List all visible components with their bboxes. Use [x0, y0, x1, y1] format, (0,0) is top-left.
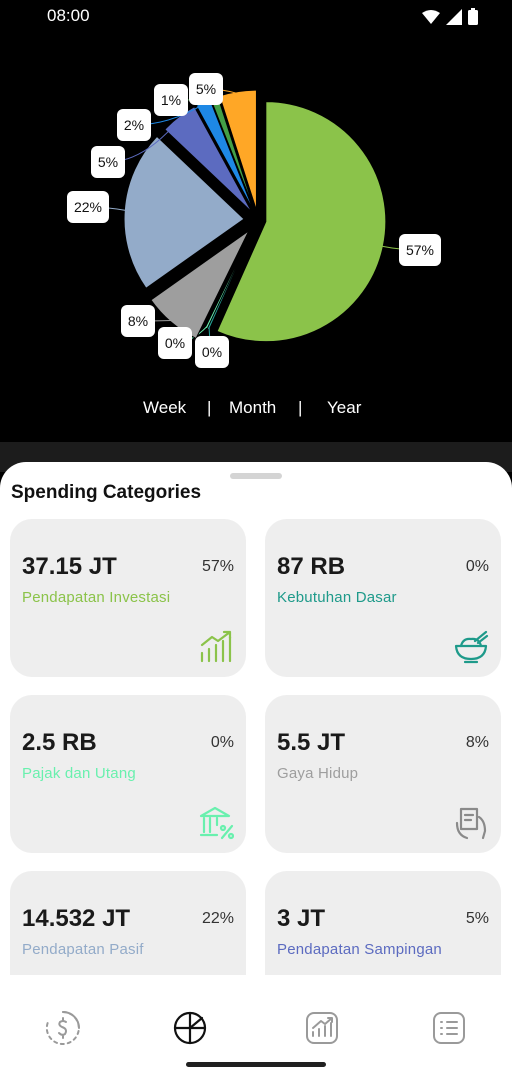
- category-percent: 57%: [201, 558, 234, 575]
- period-year-button[interactable]: Year: [327, 398, 361, 418]
- wifi-icon: [422, 9, 440, 24]
- status-bar: 08:00: [0, 0, 512, 34]
- spending-pie-chart[interactable]: 57% 0% 0% 8% 22% 5% 2% 1% 5%: [0, 40, 512, 380]
- battery-icon: [468, 8, 478, 25]
- category-amount: 14.532 JT: [22, 905, 131, 932]
- sheet-drag-handle[interactable]: [230, 473, 282, 479]
- category-name: Pendapatan Sampingan: [277, 941, 442, 958]
- category-card[interactable]: 2.5 RB 0% Pajak dan Utang: [10, 695, 246, 853]
- category-card[interactable]: 5.5 JT 8% Gaya Hidup: [265, 695, 501, 853]
- rice-bowl-icon: [454, 630, 489, 664]
- category-name: Pajak dan Utang: [22, 765, 136, 782]
- period-month-button[interactable]: Month: [229, 398, 276, 418]
- category-name: Pendapatan Investasi: [22, 589, 171, 606]
- category-card[interactable]: 37.15 JT 57% Pendapatan Investasi: [10, 519, 246, 677]
- category-percent: 8%: [465, 734, 489, 751]
- category-amount: 87 RB: [277, 553, 346, 580]
- category-amount: 37.15 JT: [22, 553, 117, 580]
- category-percent: 0%: [210, 734, 234, 751]
- chart-growth-icon: [200, 630, 232, 663]
- signal-icon: [446, 8, 462, 25]
- pie-data-label: 5%: [98, 154, 118, 170]
- category-name: Gaya Hidup: [277, 765, 359, 782]
- list-icon[interactable]: [429, 1008, 469, 1048]
- status-icons: [422, 8, 478, 25]
- category-name: Pendapatan Pasif: [22, 941, 144, 958]
- pie-data-label: 0%: [202, 344, 222, 360]
- trend-chart-icon[interactable]: [302, 1008, 342, 1048]
- period-separator: |: [207, 398, 212, 417]
- dollar-cycle-icon[interactable]: [43, 1008, 83, 1048]
- pie-data-label: 5%: [196, 81, 216, 97]
- category-percent: 5%: [465, 910, 489, 927]
- category-name: Kebutuhan Dasar: [277, 589, 397, 606]
- category-amount: 5.5 JT: [277, 729, 346, 756]
- shopping-hand-icon: [455, 807, 487, 840]
- pie-data-label: 57%: [406, 242, 434, 258]
- home-indicator[interactable]: [186, 1062, 326, 1067]
- bank-tax-icon: [199, 806, 234, 840]
- pie-data-label: 2%: [124, 117, 144, 133]
- category-amount: 3 JT: [277, 905, 326, 932]
- category-percent: 0%: [465, 558, 489, 575]
- period-week-button[interactable]: Week: [143, 398, 186, 418]
- period-separator: |: [298, 398, 303, 417]
- pie-data-label: 1%: [161, 92, 181, 108]
- pie-data-label: 0%: [165, 335, 185, 351]
- pie-chart-icon[interactable]: [170, 1008, 210, 1048]
- status-time: 08:00: [47, 6, 90, 25]
- bottom-navigation: [0, 975, 512, 1080]
- category-card[interactable]: 87 RB 0% Kebutuhan Dasar: [265, 519, 501, 677]
- pie-data-label: 8%: [128, 313, 148, 329]
- period-selector: Week | Month | Year: [0, 398, 512, 426]
- category-percent: 22%: [201, 910, 234, 927]
- category-amount: 2.5 RB: [22, 729, 97, 756]
- pie-data-label: 22%: [74, 199, 102, 215]
- sheet-title: Spending Categories: [11, 482, 202, 503]
